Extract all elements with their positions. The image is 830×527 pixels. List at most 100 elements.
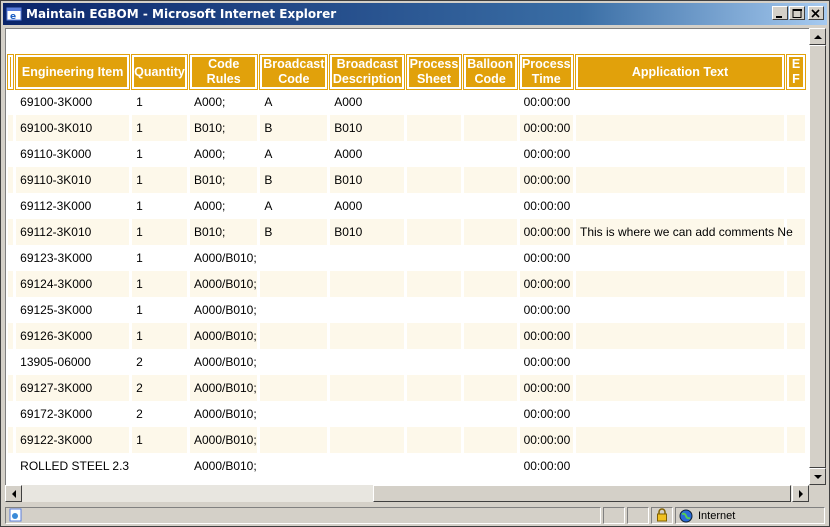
cell-bcode xyxy=(260,453,328,479)
header-engineering-item[interactable]: Engineering Item xyxy=(15,54,131,90)
cell-rules: A000; xyxy=(189,141,258,167)
title-bar[interactable]: e Maintain EGBOM - Microsoft Internet Ex… xyxy=(3,3,827,25)
cell-qty: 1 xyxy=(132,297,187,323)
cell-cut-off xyxy=(787,89,805,115)
cell-bcode xyxy=(260,323,328,349)
header-quantity[interactable]: Quantity xyxy=(131,54,188,90)
cell-app xyxy=(576,89,784,115)
status-text-panel xyxy=(5,507,601,524)
cell-cut-off xyxy=(787,297,805,323)
cell-bcode: A xyxy=(260,193,328,219)
cell-bdesc xyxy=(330,401,405,427)
row-edge xyxy=(8,193,14,219)
table-row[interactable]: 69124-3K000 1 A000/B010; 00:00:00 xyxy=(8,271,805,297)
cell-rules: A000/B010; xyxy=(189,323,258,349)
table-row[interactable]: 69123-3K000 1 A000/B010; 00:00:00 xyxy=(8,245,805,271)
arrow-left-icon xyxy=(11,489,16,498)
table-row[interactable]: 69125-3K000 1 A000/B010; 00:00:00 xyxy=(8,297,805,323)
cell-qty: 2 xyxy=(132,349,187,375)
cell-rules: A000; xyxy=(189,193,258,219)
lock-icon xyxy=(657,508,667,522)
header-broadcast-code[interactable]: Broadcast Code xyxy=(259,54,329,90)
cell-time: 00:00:00 xyxy=(519,349,573,375)
cell-item: 69123-3K000 xyxy=(16,245,130,271)
cell-app xyxy=(576,297,784,323)
cell-qty: 1 xyxy=(132,245,187,271)
cell-balloon xyxy=(463,141,517,167)
table-row[interactable]: 69110-3K010 1 B010; B B010 00:00:00 xyxy=(8,167,805,193)
header-code-rules[interactable]: Code Rules xyxy=(188,54,259,90)
scroll-down-button[interactable] xyxy=(809,468,826,485)
cell-sheet xyxy=(407,245,461,271)
table-row[interactable]: 69100-3K010 1 B010; B B010 00:00:00 xyxy=(8,115,805,141)
cell-cut-off xyxy=(787,115,805,141)
header-broadcast-description[interactable]: Broadcast Description xyxy=(329,54,406,90)
cell-cut-off xyxy=(787,401,805,427)
cell-rules: A000/B010; xyxy=(189,349,258,375)
table-row[interactable]: 69127-3K000 2 A000/B010; 00:00:00 xyxy=(8,375,805,401)
arrow-right-icon xyxy=(798,489,803,498)
browser-window: e Maintain EGBOM - Microsoft Internet Ex… xyxy=(0,0,830,527)
header-application-text[interactable]: Application Text xyxy=(575,54,785,90)
cell-bdesc: B010 xyxy=(330,115,405,141)
cell-balloon xyxy=(463,453,517,479)
table-row[interactable]: 69100-3K000 1 A000; A A000 00:00:00 xyxy=(8,89,805,115)
maximize-button[interactable] xyxy=(789,6,805,20)
header-balloon-code[interactable]: Balloon Code xyxy=(462,54,518,90)
header-process-sheet[interactable]: Process Sheet xyxy=(406,54,462,90)
cell-balloon xyxy=(463,89,517,115)
cell-bdesc: B010 xyxy=(330,167,405,193)
cell-bcode xyxy=(260,271,328,297)
cell-qty: 1 xyxy=(132,219,187,245)
svg-text:e: e xyxy=(10,12,16,22)
cell-item: 69110-3K010 xyxy=(16,167,130,193)
close-button[interactable] xyxy=(808,6,824,20)
window-title: Maintain EGBOM - Microsoft Internet Expl… xyxy=(26,7,337,21)
row-edge xyxy=(8,115,14,141)
table-row[interactable]: 69172-3K000 2 A000/B010; 00:00:00 xyxy=(8,401,805,427)
scroll-up-button[interactable] xyxy=(809,28,826,45)
minimize-button[interactable] xyxy=(772,6,788,20)
header-process-time[interactable]: Process Time xyxy=(518,54,575,90)
row-edge xyxy=(8,323,14,349)
row-edge xyxy=(8,453,14,479)
cell-app xyxy=(576,401,784,427)
table-row[interactable]: 13905-06000 2 A000/B010; 00:00:00 xyxy=(8,349,805,375)
cell-item: 69126-3K000 xyxy=(16,323,130,349)
table-header-row: Engineering Item Quantity Code Rules Bro… xyxy=(6,54,806,90)
cell-app xyxy=(576,375,784,401)
cell-app: This is where we can add comments Ne xyxy=(576,219,793,245)
table-row[interactable]: 69110-3K000 1 A000; A A000 00:00:00 xyxy=(8,141,805,167)
cell-bcode xyxy=(260,427,328,453)
table-row[interactable]: ROLLED STEEL 2.3 A000/B010; 00:00:00 xyxy=(8,453,805,479)
cell-time: 00:00:00 xyxy=(519,375,573,401)
cell-balloon xyxy=(463,297,517,323)
vertical-scrollbar[interactable] xyxy=(809,28,826,485)
cell-item: 69122-3K000 xyxy=(16,427,130,453)
table-row[interactable]: 69112-3K010 1 B010; B B010 00:00:00 This is wh… xyxy=(8,219,805,245)
cell-app xyxy=(576,245,784,271)
status-zone-panel: Internet xyxy=(675,507,825,524)
cell-balloon xyxy=(463,115,517,141)
row-edge xyxy=(8,89,14,115)
cell-app xyxy=(576,453,784,479)
cell-bdesc: A000 xyxy=(330,141,405,167)
vertical-scroll-thumb[interactable] xyxy=(809,45,826,468)
table-row[interactable]: 69112-3K000 1 A000; A A000 00:00:00 xyxy=(8,193,805,219)
horizontal-scroll-thumb[interactable] xyxy=(373,485,791,502)
cell-time: 00:00:00 xyxy=(519,453,573,479)
horizontal-scrollbar[interactable] xyxy=(5,485,809,502)
header-cut-off[interactable]: E F xyxy=(786,54,806,90)
minimize-icon xyxy=(776,16,782,18)
cell-item: 69125-3K000 xyxy=(16,297,130,323)
cell-bdesc: B010 xyxy=(330,219,405,245)
cell-qty: 1 xyxy=(132,89,187,115)
scroll-right-button[interactable] xyxy=(792,485,809,502)
cell-cut-off xyxy=(787,193,805,219)
cell-rules: A000/B010; xyxy=(189,453,258,479)
table-body: 69100-3K000 1 A000; A A000 00:00:00 69100-3K01… xyxy=(8,89,805,479)
scroll-left-button[interactable] xyxy=(5,485,22,502)
table-row[interactable]: 69122-3K000 1 A000/B010; 00:00:00 xyxy=(8,427,805,453)
table-row[interactable]: 69126-3K000 1 A000/B010; 00:00:00 xyxy=(8,323,805,349)
cell-bdesc xyxy=(330,427,405,453)
